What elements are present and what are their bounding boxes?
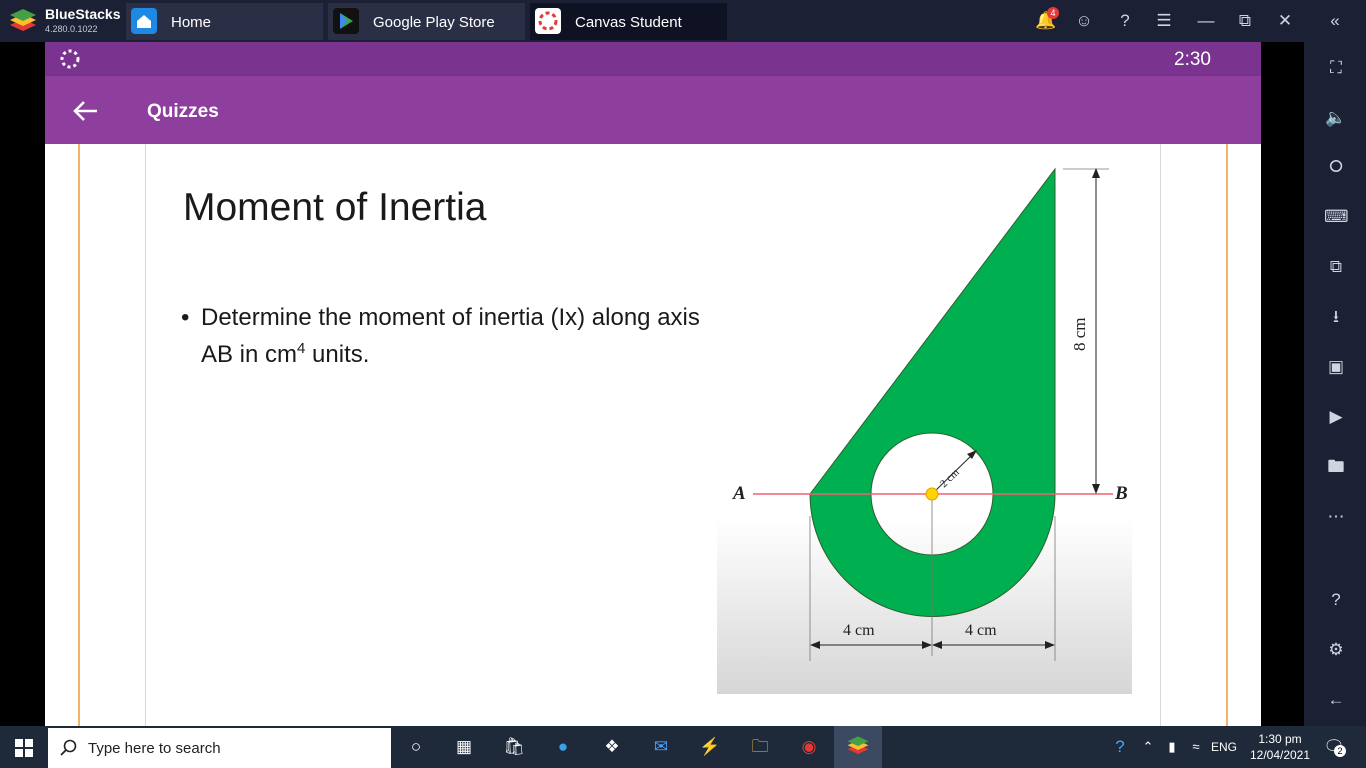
content-border-left — [78, 144, 80, 726]
account-icon[interactable]: ☺ — [1073, 10, 1095, 32]
back-icon[interactable]: ← — [1324, 688, 1348, 712]
tab-google-play-store[interactable]: Google Play Store — [328, 3, 525, 40]
bluestacks-logo-icon — [10, 9, 36, 31]
radius-label: 2 cm — [938, 466, 962, 490]
tab-home[interactable]: Home — [126, 3, 323, 40]
settings-gear-icon[interactable]: ⚙ — [1324, 638, 1348, 662]
file-explorer-icon[interactable]: 🗀 — [748, 735, 772, 759]
emulator-version: 4.280.0.1022 — [45, 24, 98, 34]
pointer-icon[interactable]: ⭘ — [1324, 155, 1348, 179]
tab-home-label: Home — [171, 14, 212, 31]
emulator-name: BlueStacks — [45, 6, 121, 22]
screenshot-icon[interactable]: ▣ — [1324, 355, 1348, 379]
help-icon[interactable]: ? — [1114, 10, 1136, 32]
dropbox-icon[interactable]: ❖ — [600, 735, 624, 759]
language-indicator[interactable]: ENG — [1211, 740, 1237, 754]
home-icon — [131, 8, 157, 34]
minimize-icon[interactable]: — — [1195, 10, 1217, 32]
tab-google-play-store-label: Google Play Store — [373, 14, 495, 31]
left-width-label: 4 cm — [843, 622, 875, 639]
search-icon — [60, 739, 77, 756]
status-clock: 2:30 — [1174, 49, 1211, 70]
cortana-icon[interactable]: ○ — [404, 735, 428, 759]
slide-border-right — [1160, 144, 1161, 726]
question-text-main: Determine the moment of inertia (Ix) alo… — [201, 304, 700, 368]
android-status-bar: 2:30 — [45, 42, 1261, 76]
windows-start-icon[interactable] — [15, 739, 33, 757]
height-arrow-bottom — [1092, 484, 1100, 494]
tray-chevron-up-icon[interactable]: ⌃ — [1136, 735, 1160, 759]
folder-icon[interactable]: 🖿 — [1324, 455, 1348, 479]
store-icon[interactable]: 🛍 — [502, 735, 526, 759]
power-automate-icon[interactable]: ⚡ — [698, 735, 722, 759]
close-icon[interactable]: ✕ — [1274, 10, 1296, 32]
question-text: • Determine the moment of inertia (Ix) a… — [181, 304, 700, 368]
center-point — [925, 487, 939, 501]
taskbar-search-box[interactable]: Type here to search — [48, 728, 391, 768]
restore-icon[interactable]: ⧉ — [1234, 10, 1256, 32]
chrome-icon[interactable]: ◉ — [797, 735, 821, 759]
windows-taskbar: Type here to search ○ ▦ 🛍 ● ❖ ✉ ⚡ 🗀 ◉ ? … — [0, 726, 1366, 768]
task-view-icon[interactable]: ▦ — [452, 735, 476, 759]
notification-bell-icon[interactable]: 🔔 4 — [1035, 7, 1059, 32]
right-width-label: 4 cm — [965, 622, 997, 639]
tray-help-icon[interactable]: ? — [1108, 735, 1132, 759]
fullscreen-icon[interactable]: ⛶ — [1324, 56, 1348, 80]
point-a-label: A — [732, 483, 746, 504]
page-title: Quizzes — [147, 101, 219, 122]
question-text-suffix: units. — [305, 341, 370, 368]
video-record-icon[interactable]: ▶ — [1324, 405, 1348, 429]
emulator-sidebar: ⛶ 🔈 ⭘ ⌨ ⧉ ⭳ ▣ ▶ 🖿 ⋯ ? ⚙ ← — [1304, 42, 1366, 726]
height-label: 8 cm — [1070, 317, 1089, 351]
back-arrow-icon[interactable] — [71, 96, 101, 126]
wifi-icon[interactable]: ≈ — [1184, 735, 1208, 759]
bluestacks-taskbar-button[interactable] — [834, 726, 882, 768]
more-options-icon[interactable]: ⋯ — [1324, 505, 1348, 529]
mail-icon[interactable]: ✉ — [649, 735, 673, 759]
menu-icon[interactable]: ☰ — [1153, 10, 1175, 32]
point-b-label: B — [1114, 483, 1128, 504]
notification-count-badge: 4 — [1047, 7, 1059, 19]
slide-border-left — [145, 144, 146, 726]
volume-icon[interactable]: 🔈 — [1324, 106, 1348, 130]
battery-icon[interactable]: ▮ — [1160, 735, 1184, 759]
tray-time: 1:30 pm — [1258, 732, 1302, 746]
tab-canvas-student-label: Canvas Student — [575, 14, 682, 31]
canvas-icon — [535, 8, 561, 34]
app-bar: Quizzes — [45, 76, 1261, 144]
bluestacks-taskbar-icon — [847, 736, 869, 754]
multi-instance-icon[interactable]: ⧉ — [1324, 255, 1348, 279]
emulator-title-bar: BlueStacks 4.280.0.1022 Home Google Play… — [0, 0, 1366, 42]
canvas-status-icon — [60, 49, 80, 69]
keyboard-icon[interactable]: ⌨ — [1324, 205, 1349, 229]
notifications-count-badge: 2 — [1334, 745, 1346, 757]
inertia-diagram: A B 8 cm 2 cm 4 cm 4 cm — [717, 167, 1132, 694]
action-center-icon[interactable]: 🗨 2 — [1322, 735, 1346, 759]
content-border-right — [1226, 144, 1228, 726]
slide-title: Moment of Inertia — [183, 186, 487, 229]
help-box-icon[interactable]: ? — [1324, 588, 1348, 612]
tray-clock[interactable]: 1:30 pm 12/04/2021 — [1247, 731, 1313, 763]
search-placeholder: Type here to search — [88, 740, 221, 757]
height-arrow-top — [1092, 168, 1100, 178]
tab-canvas-student[interactable]: Canvas Student — [530, 3, 727, 40]
quiz-content: Moment of Inertia • Determine the moment… — [45, 144, 1261, 726]
apk-install-icon[interactable]: ⭳ — [1324, 305, 1348, 329]
collapse-sidebar-icon[interactable]: « — [1324, 10, 1346, 32]
play-store-icon — [333, 8, 359, 34]
tray-date: 12/04/2021 — [1249, 748, 1311, 762]
edge-icon[interactable]: ● — [551, 735, 575, 759]
